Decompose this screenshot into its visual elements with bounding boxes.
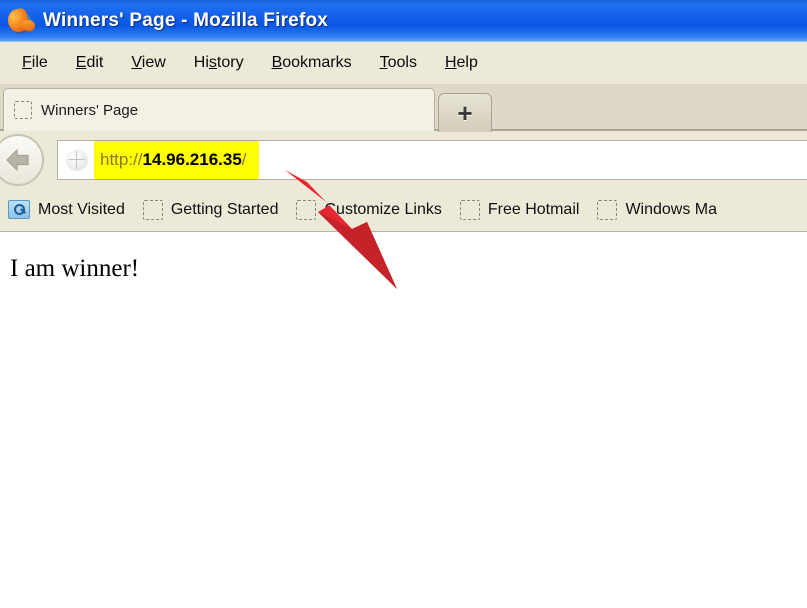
globe-icon: [66, 149, 88, 171]
menu-item-file[interactable]: File: [8, 52, 62, 74]
url-host: 14.96.216.35: [142, 150, 242, 169]
page-content-area: I am winner!: [0, 233, 807, 608]
firefox-browser-window: Winners' Page - Mozilla Firefox File Edi…: [0, 0, 807, 608]
url-text-highlighted[interactable]: http://14.96.216.35/: [94, 141, 259, 179]
page-heading: I am winner!: [10, 255, 140, 282]
address-bar[interactable]: http://14.96.216.35/: [57, 140, 807, 180]
menu-item-view[interactable]: View: [117, 52, 179, 74]
bookmark-label: Windows Ma: [625, 200, 718, 218]
new-tab-button[interactable]: +: [438, 93, 492, 132]
bookmark-label: Customize Links: [324, 200, 442, 218]
menu-item-help[interactable]: Help: [431, 52, 492, 74]
blank-favicon-icon: [459, 199, 480, 220]
blank-favicon-icon: [142, 199, 163, 220]
most-visited-folder-icon: [8, 200, 30, 219]
title-bar: Winners' Page - Mozilla Firefox: [0, 0, 807, 42]
bookmark-customize-links[interactable]: Customize Links: [296, 199, 442, 220]
menu-item-tools[interactable]: Tools: [366, 52, 431, 74]
bookmark-label: Most Visited: [38, 200, 125, 218]
bookmark-windows-marketplace[interactable]: Windows Ma: [597, 199, 718, 220]
menu-item-bookmarks-rest: ookmarks: [282, 54, 352, 71]
menu-item-view-rest: iew: [141, 54, 166, 71]
menu-item-bookmarks[interactable]: Bookmarks: [258, 52, 366, 74]
blank-favicon-icon: [296, 199, 317, 220]
tab-winners-page[interactable]: Winners' Page: [3, 88, 435, 131]
plus-icon: +: [457, 98, 473, 128]
firefox-logo-icon: [5, 6, 37, 34]
bookmark-most-visited[interactable]: Most Visited: [8, 200, 125, 219]
url-path: /: [241, 150, 247, 169]
tab-strip: Winners' Page +: [0, 84, 807, 132]
bookmark-getting-started[interactable]: Getting Started: [142, 199, 279, 220]
menu-bar: File Edit View History Bookmarks Tools H…: [0, 42, 807, 84]
url-scheme: http://: [100, 150, 143, 169]
menu-item-history-rest: tory: [216, 54, 244, 71]
bookmarks-toolbar: Most Visited Getting Started Customize L…: [0, 188, 807, 232]
window-title: Winners' Page - Mozilla Firefox: [43, 9, 329, 31]
blank-favicon-icon: [14, 101, 32, 119]
back-arrow-icon[interactable]: [0, 134, 44, 186]
bookmark-label: Getting Started: [170, 200, 279, 218]
bookmark-free-hotmail[interactable]: Free Hotmail: [459, 199, 580, 220]
menu-item-help-rest: elp: [456, 54, 478, 71]
menu-item-file-rest: ile: [31, 54, 48, 71]
menu-item-history[interactable]: History: [180, 52, 258, 74]
navigation-toolbar: http://14.96.216.35/: [0, 131, 807, 188]
menu-item-edit-rest: dit: [86, 54, 104, 71]
menu-item-tools-rest: ools: [387, 54, 417, 71]
bookmark-label: Free Hotmail: [487, 200, 580, 218]
menu-item-edit[interactable]: Edit: [62, 52, 118, 74]
blank-favicon-icon: [597, 199, 618, 220]
tab-label: Winners' Page: [41, 101, 139, 119]
